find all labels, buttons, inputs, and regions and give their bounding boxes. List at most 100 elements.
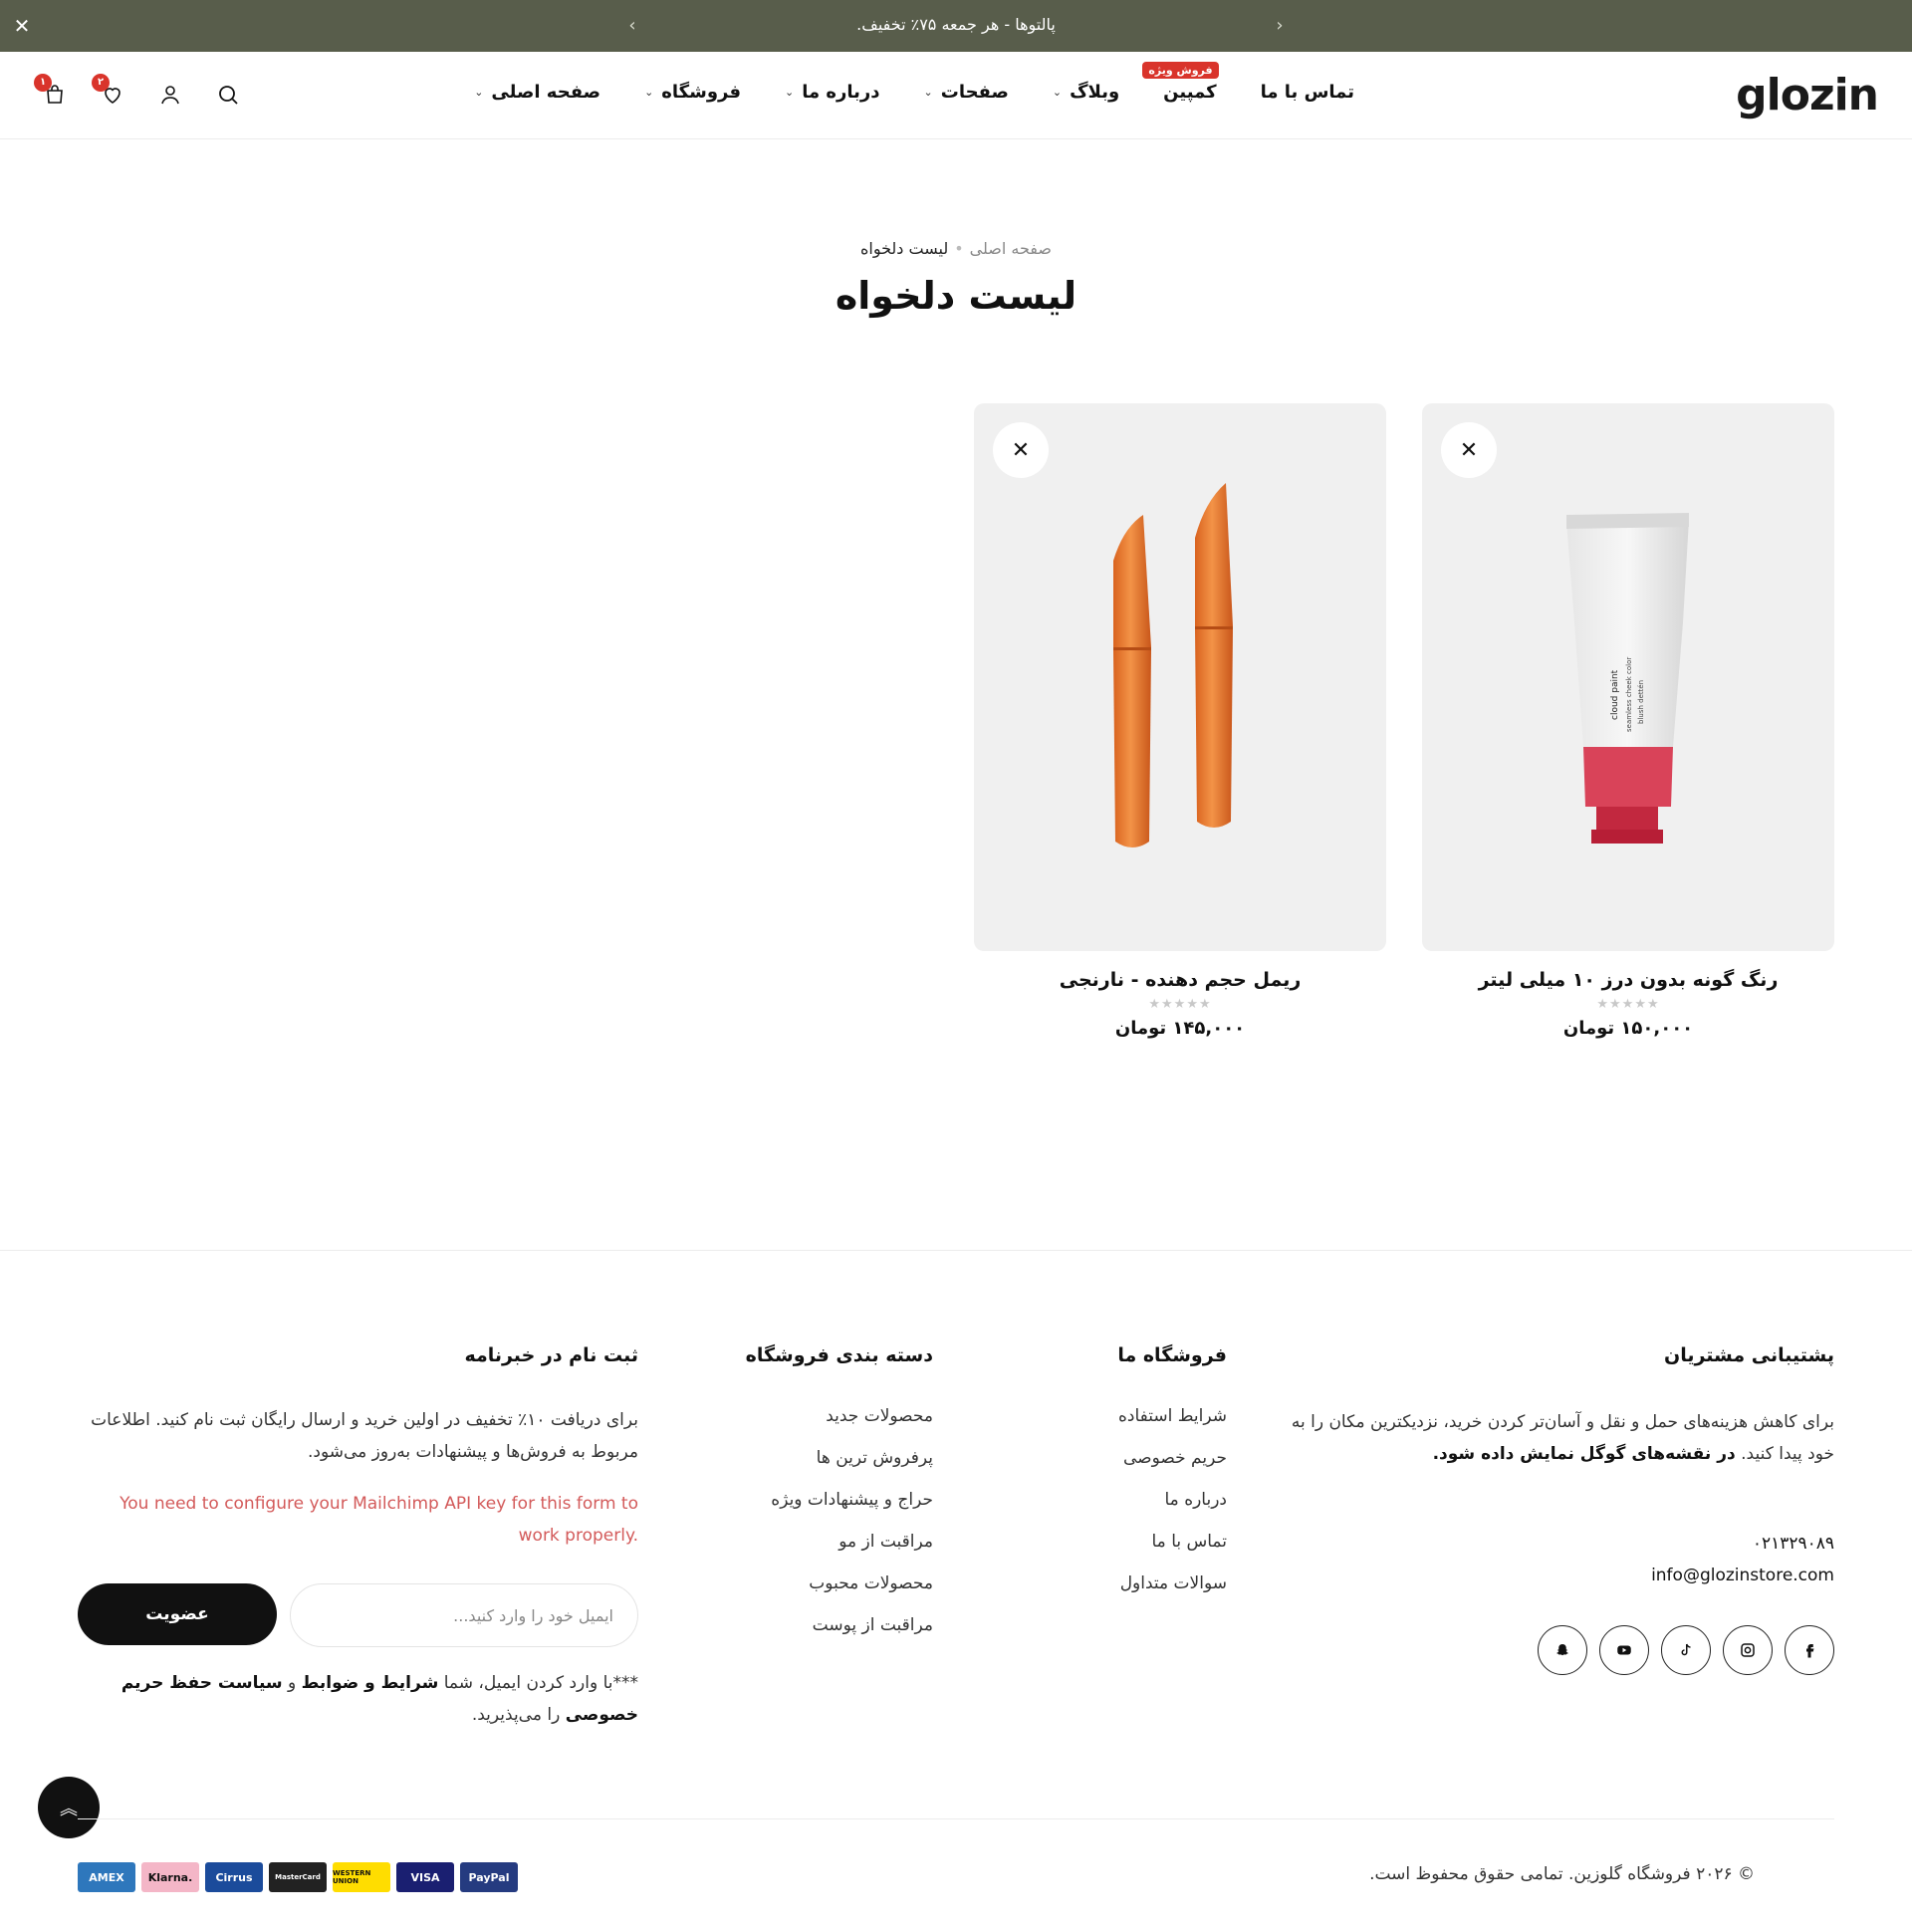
- footer-link[interactable]: شرایط استفاده: [978, 1406, 1227, 1426]
- product-name[interactable]: رنگ گونه بدون درز ۱۰ میلی لیتر: [1422, 969, 1834, 991]
- nav-label: صفحه اصلی: [491, 82, 601, 103]
- snapchat-button[interactable]: [1538, 1625, 1587, 1675]
- nav-item-pages[interactable]: صفحات ⌄: [924, 82, 1009, 103]
- newsletter-form: عضویت: [78, 1583, 638, 1647]
- nav-item-campaign[interactable]: فروش ویژه کمپین: [1142, 62, 1219, 103]
- footer-divider: [0, 1250, 1912, 1251]
- rating-stars: ★★★★★: [1148, 997, 1212, 1012]
- chevron-down-icon: ⌄: [1052, 86, 1063, 99]
- nav-label: وبلاگ: [1070, 82, 1120, 103]
- map-link[interactable]: در نقشه‌های گوگل نمایش داده شود.: [1433, 1444, 1736, 1464]
- footer-categories-title: دسته بندی فروشگاه: [745, 1344, 933, 1366]
- footer-link[interactable]: تماس با ما: [978, 1532, 1228, 1552]
- footer-link[interactable]: سوالات متداول: [978, 1573, 1227, 1593]
- payment-methods: AMEX Klarna. Cirrus MasterCard WESTERN UNION…: [78, 1862, 518, 1892]
- instagram-button[interactable]: [1723, 1625, 1773, 1675]
- remove-from-wishlist-button[interactable]: ✕: [993, 422, 1049, 478]
- footer-link[interactable]: مراقبت از مو: [674, 1532, 933, 1552]
- payment-badge-westernunion: WESTERN UNION: [333, 1862, 390, 1892]
- product-price: ۱۴۵,۰۰۰ تومان: [1114, 1018, 1246, 1039]
- scroll-to-top-button[interactable]: ︽: [38, 1777, 100, 1838]
- close-icon[interactable]: ✕: [10, 14, 34, 38]
- footer-categories-column: دسته بندی فروشگاه محصولات جدید پرفروش تر…: [674, 1344, 933, 1657]
- payment-badge-klarna: Klarna.: [141, 1862, 199, 1892]
- nav-item-home[interactable]: صفحه اصلی ⌄: [474, 82, 600, 103]
- account-button[interactable]: [155, 80, 185, 110]
- email-input[interactable]: [290, 1583, 638, 1647]
- user-icon: [161, 86, 179, 105]
- chevron-right-icon[interactable]: ›: [1270, 14, 1290, 38]
- double-chevron-up-icon: ︽: [60, 1799, 78, 1819]
- breadcrumb-current: لیست دلخواه: [860, 239, 949, 258]
- site-header: glozin صفحه اصلی ⌄ فروشگاه ⌄ درباره ما ⌄…: [0, 52, 1912, 139]
- nav-item-contact[interactable]: تماس با ما: [1261, 82, 1354, 103]
- facebook-button[interactable]: [1785, 1625, 1834, 1675]
- remove-from-wishlist-button[interactable]: ✕: [1441, 422, 1497, 478]
- terms-suffix: را می‌پذیرید.: [471, 1705, 561, 1725]
- newsletter-description: برای دریافت ۱۰٪ تخفیف در اولین خرید و ار…: [91, 1410, 638, 1462]
- social-links: [1538, 1625, 1834, 1675]
- nav-label: درباره ما: [802, 82, 880, 103]
- cart-count-badge: ۱: [34, 74, 52, 92]
- youtube-button[interactable]: [1599, 1625, 1649, 1675]
- wishlist-product-card[interactable]: ✕ ریمل حجم دهنده - نارنجی ★★★★★ ۱۴۵,۰۰۰ …: [974, 403, 1386, 1039]
- footer-link[interactable]: پرفروش ترین ها: [674, 1448, 933, 1468]
- chevron-left-icon[interactable]: ‹: [622, 14, 642, 38]
- page-title: لیست دلخواه: [835, 274, 1077, 318]
- breadcrumb-home[interactable]: صفحه اصلی: [970, 239, 1052, 258]
- chevron-down-icon: ⌄: [474, 86, 484, 99]
- snapchat-icon: [1556, 1644, 1568, 1656]
- newsletter-terms: ***با وارد کردن ایمیل، شما شرایط و ضوابط…: [78, 1667, 638, 1731]
- tiktok-button[interactable]: [1661, 1625, 1711, 1675]
- product-name[interactable]: ریمل حجم دهنده - نارنجی: [974, 969, 1386, 991]
- payment-badge-paypal: PayPal: [460, 1862, 518, 1892]
- nav-label: تماس با ما: [1260, 82, 1354, 103]
- mailchimp-warning: You need to configure your Mailchimp API…: [120, 1494, 638, 1546]
- support-email[interactable]: info@glozinstore.com: [1651, 1566, 1834, 1585]
- nav-item-about[interactable]: درباره ما ⌄: [785, 82, 880, 103]
- facebook-icon: [1806, 1644, 1814, 1658]
- search-button[interactable]: [213, 80, 243, 110]
- tiktok-icon: [1681, 1643, 1691, 1656]
- nav-label: صفحات: [940, 82, 1009, 103]
- rating-stars: ★★★★★: [1596, 997, 1660, 1012]
- payment-badge-cirrus: Cirrus: [205, 1862, 263, 1892]
- support-phone[interactable]: ۰۲۱۳۲۹۰۸۹: [1753, 1534, 1834, 1554]
- payment-badge-visa: VISA: [396, 1862, 454, 1892]
- nav-label: فروشگاه: [661, 82, 742, 103]
- terms-link[interactable]: شرایط و ضوابط: [302, 1673, 439, 1693]
- footer-link[interactable]: حراج و پیشنهادات ویژه: [674, 1490, 933, 1510]
- footer-support-text: برای کاهش هزینه‌های حمل و نقل و آسان‌تر …: [1277, 1406, 1834, 1470]
- instagram-icon: [1741, 1643, 1755, 1657]
- site-logo[interactable]: glozin: [1736, 70, 1879, 121]
- orange-mascara-image: [1113, 483, 1233, 847]
- wishlist-button[interactable]: ۲: [92, 74, 127, 110]
- svg-text:seamless cheek color: seamless cheek color: [1625, 657, 1633, 732]
- footer-store-column: فروشگاه ما شرایط استفاده حریم خصوصی دربا…: [978, 1344, 1227, 1615]
- nav-item-shop[interactable]: فروشگاه ⌄: [644, 82, 741, 103]
- footer-link[interactable]: درباره ما: [978, 1490, 1228, 1510]
- chevron-down-icon: ⌄: [644, 86, 654, 99]
- nav-item-blog[interactable]: وبلاگ ⌄: [1053, 82, 1119, 103]
- chevron-down-icon: ⌄: [785, 86, 795, 99]
- footer-support-title: پشتیبانی مشتریان: [1664, 1344, 1834, 1366]
- svg-text:cloud paint: cloud paint: [1610, 669, 1620, 720]
- youtube-icon: [1617, 1645, 1631, 1655]
- cart-button[interactable]: ۱: [34, 74, 70, 110]
- footer-link[interactable]: محصولات جدید: [674, 1406, 933, 1426]
- close-icon: ✕: [1459, 437, 1479, 463]
- footer-link[interactable]: مراقبت از پوست: [674, 1615, 933, 1635]
- search-icon: [219, 86, 238, 105]
- footer-bottom-divider: [78, 1818, 1834, 1819]
- svg-text:blush dettén: blush dettén: [1637, 680, 1645, 724]
- wishlist-product-card[interactable]: cloud paint seamless cheek color blush d…: [1422, 403, 1834, 1039]
- product-price: ۱۵۰,۰۰۰ تومان: [1562, 1018, 1694, 1039]
- product-image[interactable]: cloud paint seamless cheek color blush d…: [1422, 403, 1834, 951]
- product-image[interactable]: ✕: [974, 403, 1386, 951]
- payment-badge-mastercard: MasterCard: [269, 1862, 327, 1892]
- subscribe-button[interactable]: عضویت: [78, 1583, 277, 1645]
- footer-support-column: پشتیبانی مشتریان برای کاهش هزینه‌های حمل…: [1277, 1344, 1834, 1470]
- footer-link[interactable]: محصولات محبوب: [674, 1573, 933, 1593]
- footer-link[interactable]: حریم خصوصی: [978, 1448, 1227, 1468]
- wishlist-count-badge: ۲: [92, 74, 110, 92]
